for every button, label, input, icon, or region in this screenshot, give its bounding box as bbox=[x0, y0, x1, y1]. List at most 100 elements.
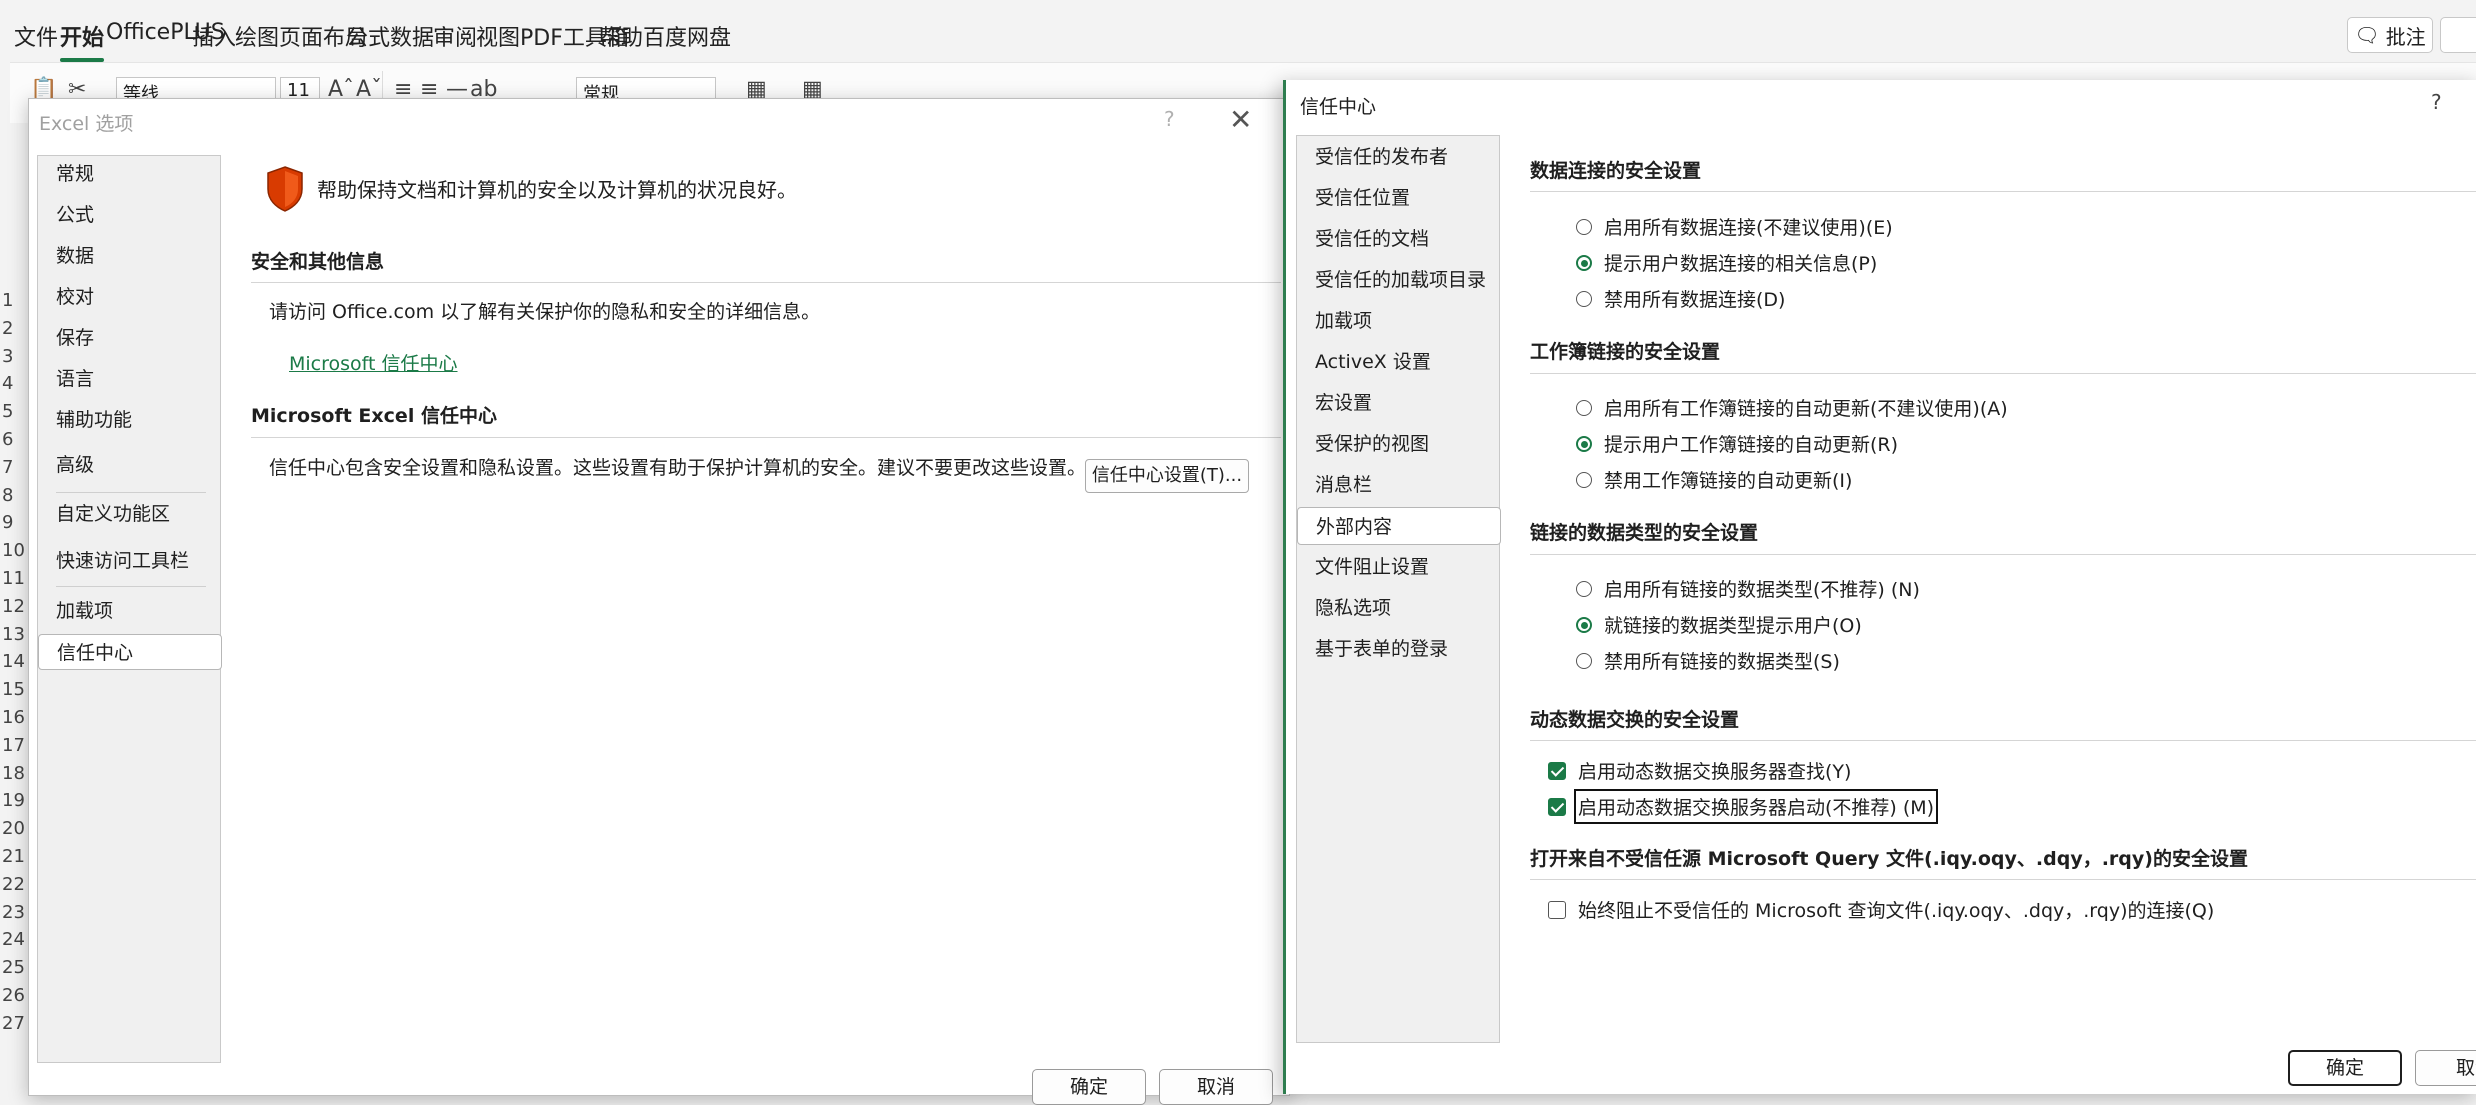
row-header[interactable]: 15 bbox=[2, 679, 25, 700]
microsoft-trust-center-link[interactable]: Microsoft 信任中心 bbox=[289, 349, 458, 376]
row-header[interactable]: 1 bbox=[2, 290, 13, 311]
share-button[interactable] bbox=[2440, 17, 2476, 53]
nav-protected-view[interactable]: 受保护的视图 bbox=[1297, 425, 1499, 463]
nav-customize-ribbon[interactable]: 自定义功能区 bbox=[38, 496, 220, 532]
radio-button[interactable] bbox=[1576, 435, 1592, 452]
nav-activex-settings[interactable]: ActiveX 设置 bbox=[1297, 343, 1499, 381]
row-header[interactable]: 4 bbox=[2, 373, 13, 394]
radio-label: 就链接的数据类型提示用户(O) bbox=[1604, 615, 1862, 637]
row-header[interactable]: 7 bbox=[2, 457, 13, 478]
row-header[interactable]: 24 bbox=[2, 929, 25, 950]
radio-enable-linked-data-types[interactable]: 启用所有链接的数据类型(不推荐) (N) bbox=[1576, 575, 1920, 602]
nav-advanced[interactable]: 高级 bbox=[38, 447, 220, 483]
row-header[interactable]: 20 bbox=[2, 818, 25, 839]
row-header[interactable]: 9 bbox=[2, 512, 13, 533]
row-header[interactable]: 17 bbox=[2, 735, 25, 756]
radio-disable-workbook-links[interactable]: 禁用工作簿链接的自动更新(I) bbox=[1576, 466, 1852, 493]
radio-button[interactable] bbox=[1576, 254, 1592, 271]
checkbox-dde-launch[interactable]: 启用动态数据交换服务器启动(不推荐) (M) bbox=[1548, 789, 1939, 824]
radio-button[interactable] bbox=[1576, 652, 1592, 669]
radio-prompt-data-connections[interactable]: 提示用户数据连接的相关信息(P) bbox=[1576, 249, 1877, 276]
tab-review[interactable]: 审阅 bbox=[433, 20, 477, 52]
row-header[interactable]: 16 bbox=[2, 707, 25, 728]
options-cancel-button[interactable]: 取消 bbox=[1159, 1069, 1273, 1105]
nav-accessibility[interactable]: 辅助功能 bbox=[38, 402, 220, 438]
row-header[interactable]: 13 bbox=[2, 624, 25, 645]
row-header[interactable]: 21 bbox=[2, 846, 25, 867]
trust-center-cancel-button[interactable]: 取消 bbox=[2415, 1050, 2476, 1086]
nav-macro-settings[interactable]: 宏设置 bbox=[1297, 384, 1499, 422]
nav-add-ins[interactable]: 加载项 bbox=[38, 593, 220, 629]
radio-prompt-linked-data-types[interactable]: 就链接的数据类型提示用户(O) bbox=[1576, 611, 1862, 638]
tab-home[interactable]: 开始 bbox=[60, 20, 105, 62]
radio-prompt-workbook-links[interactable]: 提示用户工作簿链接的自动更新(R) bbox=[1576, 430, 1898, 457]
tab-draw[interactable]: 绘图 bbox=[235, 20, 279, 52]
nav-trusted-locations[interactable]: 受信任位置 bbox=[1297, 179, 1499, 217]
radio-button[interactable] bbox=[1576, 399, 1592, 416]
row-header[interactable]: 6 bbox=[2, 429, 13, 450]
tab-baidu-netdisk[interactable]: 百度网盘 bbox=[643, 20, 731, 52]
radio-button[interactable] bbox=[1576, 471, 1592, 488]
comment-button[interactable]: 🗨 批注 bbox=[2347, 17, 2433, 53]
row-header[interactable]: 22 bbox=[2, 874, 25, 895]
nav-message-bar[interactable]: 消息栏 bbox=[1297, 466, 1499, 504]
nav-add-ins[interactable]: 加载项 bbox=[1297, 302, 1499, 340]
checkbox[interactable] bbox=[1548, 900, 1566, 919]
nav-form-based-sign-in[interactable]: 基于表单的登录 bbox=[1297, 630, 1499, 668]
radio-enable-all-data-connections[interactable]: 启用所有数据连接(不建议使用)(E) bbox=[1576, 213, 1893, 240]
nav-proofing[interactable]: 校对 bbox=[38, 279, 220, 315]
row-header[interactable]: 18 bbox=[2, 763, 25, 784]
row-header[interactable]: 3 bbox=[2, 346, 13, 367]
tab-view[interactable]: 视图 bbox=[476, 20, 520, 52]
close-icon[interactable]: ✕ bbox=[1229, 103, 1252, 136]
radio-disable-linked-data-types[interactable]: 禁用所有链接的数据类型(S) bbox=[1576, 647, 1840, 674]
nav-trusted-documents[interactable]: 受信任的文档 bbox=[1297, 220, 1499, 258]
row-header[interactable]: 8 bbox=[2, 485, 13, 506]
tab-help[interactable]: 帮助 bbox=[599, 20, 643, 52]
row-header[interactable]: 23 bbox=[2, 902, 25, 923]
row-header[interactable]: 27 bbox=[2, 1013, 25, 1034]
row-header[interactable]: 26 bbox=[2, 985, 25, 1006]
nav-data[interactable]: 数据 bbox=[38, 238, 220, 274]
tab-file[interactable]: 文件 bbox=[14, 20, 58, 52]
nav-general[interactable]: 常规 bbox=[38, 156, 220, 192]
trust-center-settings-button[interactable]: 信任中心设置(T)... bbox=[1085, 459, 1249, 493]
nav-save[interactable]: 保存 bbox=[38, 320, 220, 356]
help-icon[interactable]: ? bbox=[2431, 90, 2442, 114]
nav-trust-center[interactable]: 信任中心 bbox=[38, 634, 222, 670]
row-header[interactable]: 11 bbox=[2, 568, 25, 589]
nav-formulas[interactable]: 公式 bbox=[38, 197, 220, 233]
nav-privacy-options[interactable]: 隐私选项 bbox=[1297, 589, 1499, 627]
radio-enable-workbook-links[interactable]: 启用所有工作簿链接的自动更新(不建议使用)(A) bbox=[1576, 394, 2008, 421]
radio-button[interactable] bbox=[1576, 218, 1592, 235]
help-icon[interactable]: ? bbox=[1164, 107, 1175, 131]
options-headline: 帮助保持文档和计算机的安全以及计算机的状况良好。 bbox=[317, 178, 797, 202]
nav-trusted-publishers[interactable]: 受信任的发布者 bbox=[1297, 138, 1499, 176]
options-ok-button[interactable]: 确定 bbox=[1032, 1069, 1146, 1105]
radio-disable-data-connections[interactable]: 禁用所有数据连接(D) bbox=[1576, 285, 1785, 312]
row-header[interactable]: 12 bbox=[2, 596, 25, 617]
row-header[interactable]: 14 bbox=[2, 651, 25, 672]
checkbox-block-query-files[interactable]: 始终阻止不受信任的 Microsoft 查询文件(.iqy.oqy、.dqy，.… bbox=[1548, 896, 2214, 923]
checkbox-dde-lookup[interactable]: 启用动态数据交换服务器查找(Y) bbox=[1548, 757, 1851, 784]
row-header[interactable]: 5 bbox=[2, 401, 13, 422]
nav-external-content[interactable]: 外部内容 bbox=[1297, 507, 1501, 545]
section-divider bbox=[1530, 554, 2476, 555]
radio-button[interactable] bbox=[1576, 616, 1592, 633]
nav-language[interactable]: 语言 bbox=[38, 361, 220, 397]
tab-formulas[interactable]: 公式 bbox=[346, 20, 390, 52]
row-header[interactable]: 10 bbox=[2, 540, 25, 561]
nav-file-block-settings[interactable]: 文件阻止设置 bbox=[1297, 548, 1499, 586]
row-header[interactable]: 25 bbox=[2, 957, 25, 978]
tab-insert[interactable]: 插入 bbox=[192, 20, 236, 52]
tab-data[interactable]: 数据 bbox=[390, 20, 434, 52]
trust-center-ok-button[interactable]: 确定 bbox=[2288, 1050, 2402, 1086]
checkbox[interactable] bbox=[1548, 797, 1566, 816]
checkbox[interactable] bbox=[1548, 761, 1566, 780]
nav-quick-access-toolbar[interactable]: 快速访问工具栏 bbox=[38, 543, 220, 579]
row-header[interactable]: 19 bbox=[2, 790, 25, 811]
radio-button[interactable] bbox=[1576, 290, 1592, 307]
nav-trusted-addin-catalogs[interactable]: 受信任的加载项目录 bbox=[1297, 261, 1499, 299]
radio-button[interactable] bbox=[1576, 580, 1592, 597]
row-header[interactable]: 2 bbox=[2, 318, 13, 339]
